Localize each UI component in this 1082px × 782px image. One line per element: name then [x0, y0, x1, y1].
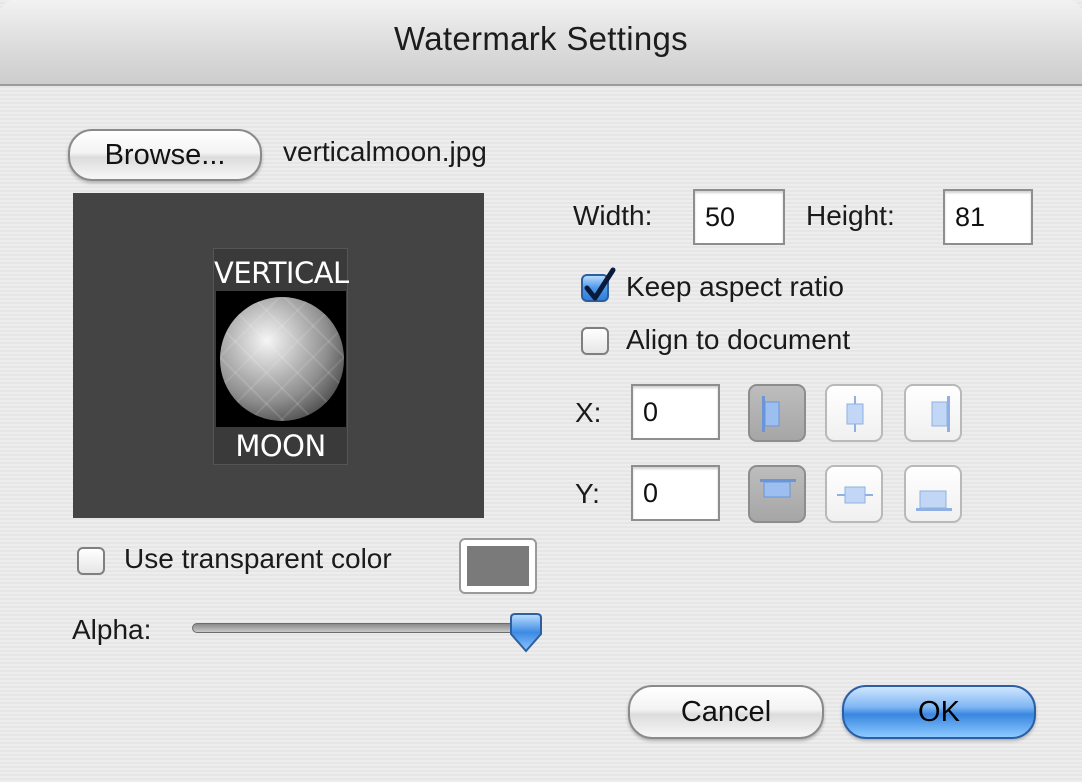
filename-label: verticalmoon.jpg — [283, 136, 487, 167]
transparent-color-checkbox[interactable] — [77, 547, 105, 575]
alpha-slider-thumb[interactable] — [508, 612, 544, 659]
align-middle-vertical-icon — [837, 486, 873, 504]
align-middle-vertical-button[interactable] — [825, 465, 883, 523]
align-document-checkbox[interactable] — [581, 327, 609, 355]
x-field[interactable]: 0 — [631, 384, 720, 440]
align-center-horizontal-button[interactable] — [825, 384, 883, 442]
window-title: Watermark Settings — [394, 20, 688, 57]
keep-aspect-label: Keep aspect ratio — [626, 271, 844, 302]
moon-image — [216, 291, 346, 427]
alpha-label: Alpha: — [72, 614, 152, 645]
align-left-icon — [762, 396, 780, 432]
height-label: Height: — [806, 200, 895, 231]
title-bar[interactable]: Watermark Settings — [0, 0, 1082, 86]
align-center-horizontal-icon — [846, 396, 864, 432]
watermark-image-bottom-text: MOON — [235, 429, 326, 463]
y-field[interactable]: 0 — [631, 465, 720, 521]
align-top-icon — [760, 479, 796, 498]
slider-thumb-icon — [510, 613, 542, 653]
ok-button[interactable]: OK — [842, 685, 1036, 739]
height-field[interactable]: 81 — [943, 189, 1033, 245]
moon-graphic — [220, 297, 344, 421]
width-field[interactable]: 50 — [693, 189, 785, 245]
transparent-color-swatch[interactable] — [459, 538, 537, 594]
align-bottom-icon — [916, 490, 952, 511]
swatch-color — [467, 546, 529, 586]
cancel-button[interactable]: Cancel — [628, 685, 824, 739]
browse-button[interactable]: Browse... — [68, 129, 262, 181]
align-right-icon — [931, 396, 950, 432]
align-document-label: Align to document — [626, 324, 851, 355]
checkmark-icon — [584, 267, 616, 301]
width-label: Width: — [573, 200, 653, 231]
align-left-button[interactable] — [748, 384, 806, 442]
align-right-button[interactable] — [904, 384, 962, 442]
transparent-color-label: Use transparent color — [124, 543, 392, 574]
align-bottom-button[interactable] — [904, 465, 962, 523]
watermark-settings-dialog: Watermark Settings Browse... verticalmoo… — [0, 0, 1082, 782]
alpha-slider-track[interactable] — [192, 623, 534, 633]
align-top-button[interactable] — [748, 465, 806, 523]
watermark-image-top-text: VERTICAL — [214, 256, 349, 290]
y-label: Y: — [575, 478, 600, 509]
keep-aspect-checkbox[interactable] — [581, 267, 616, 302]
watermark-image: VERTICAL MOON — [213, 248, 349, 465]
x-label: X: — [575, 397, 602, 428]
